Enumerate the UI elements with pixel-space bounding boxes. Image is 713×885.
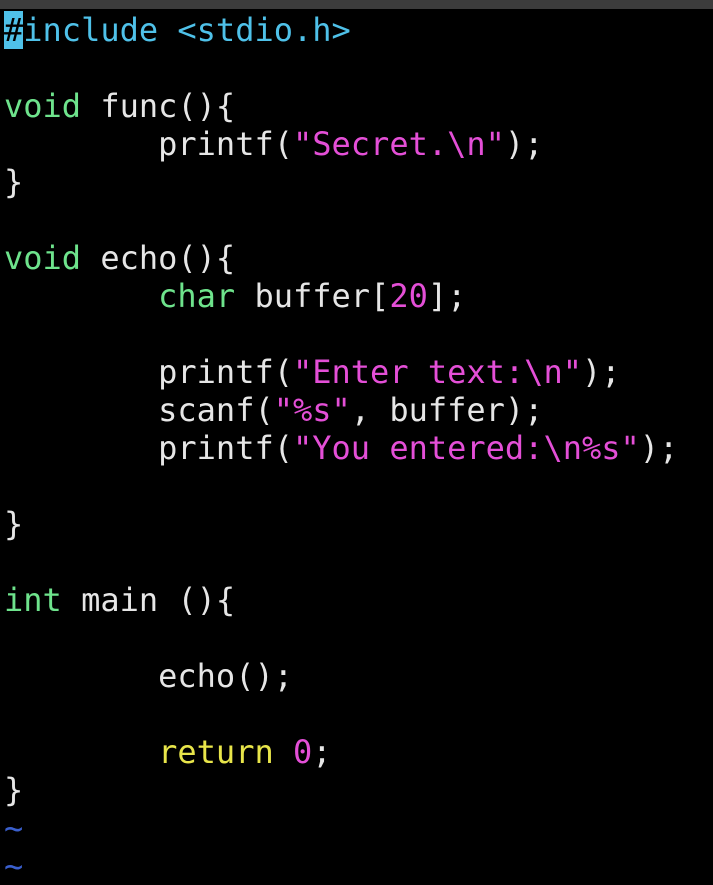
code-token-default-text: } xyxy=(4,771,24,809)
code-token-default-text: printf( xyxy=(4,429,293,467)
code-token-default-text: ); xyxy=(581,353,621,391)
code-token-default-text: echo(){ xyxy=(81,239,236,277)
code-token-preproc: include <stdio.h> xyxy=(23,11,351,49)
code-line[interactable] xyxy=(4,543,713,581)
code-token-default-text: buffer[ xyxy=(235,277,390,315)
code-token-default-text: , buffer); xyxy=(350,391,544,429)
text-cursor: # xyxy=(4,11,24,49)
code-token-type-keyword: void xyxy=(4,87,82,125)
code-token-string: "Secret.\n" xyxy=(292,125,505,163)
code-line[interactable] xyxy=(4,695,713,733)
code-line[interactable] xyxy=(4,315,713,353)
code-token-default-text xyxy=(4,733,158,771)
code-token-default-text xyxy=(4,277,158,315)
code-line[interactable]: echo(); xyxy=(4,657,713,695)
empty-line-marker: ~ xyxy=(4,809,24,847)
code-token-type-keyword: char xyxy=(158,277,236,315)
code-line[interactable]: } xyxy=(4,163,713,201)
code-token-statement: return xyxy=(158,733,274,771)
code-line[interactable]: printf("You entered:\n%s"); xyxy=(4,429,713,467)
code-line[interactable]: #include <stdio.h> xyxy=(4,11,713,49)
code-token-default-text: printf( xyxy=(4,125,293,163)
code-token-default-text: main (){ xyxy=(61,581,236,619)
code-token-default-text: } xyxy=(4,163,24,201)
code-token-default-text: scanf( xyxy=(4,391,274,429)
code-line[interactable]: char buffer[20]; xyxy=(4,277,713,315)
code-token-default-text: func(){ xyxy=(81,87,236,125)
code-line[interactable]: } xyxy=(4,505,713,543)
code-token-string: "Enter text:\n" xyxy=(292,353,582,391)
code-line[interactable]: scanf("%s", buffer); xyxy=(4,391,713,429)
vim-editor-buffer[interactable]: #include <stdio.h> void func(){ printf("S… xyxy=(4,11,713,885)
code-token-string: "%s" xyxy=(273,391,351,429)
code-line[interactable]: int main (){ xyxy=(4,581,713,619)
code-token-type-keyword: int xyxy=(4,581,62,619)
code-token-default-text: echo(); xyxy=(4,657,293,695)
code-token-number: 20 xyxy=(389,277,428,315)
code-token-default-text: ; xyxy=(312,733,332,771)
code-token-default-text: printf( xyxy=(4,353,293,391)
code-token-default-text: ); xyxy=(639,429,679,467)
code-token-number: 0 xyxy=(292,733,313,771)
code-line[interactable]: ~ xyxy=(4,809,713,847)
code-token-default-text: ]; xyxy=(427,277,467,315)
code-token-default-text xyxy=(274,733,293,771)
code-line[interactable]: void echo(){ xyxy=(4,239,713,277)
code-line[interactable]: return 0; xyxy=(4,733,713,771)
code-line[interactable] xyxy=(4,201,713,239)
code-line[interactable] xyxy=(4,619,713,657)
code-line[interactable] xyxy=(4,467,713,505)
empty-line-marker: ~ xyxy=(4,847,24,885)
code-token-string: "You entered:\n%s" xyxy=(292,429,640,467)
code-line[interactable]: } xyxy=(4,771,713,809)
window-top-bar xyxy=(0,0,713,9)
code-line[interactable]: printf("Secret.\n"); xyxy=(4,125,713,163)
code-token-default-text: } xyxy=(4,505,24,543)
code-line[interactable]: void func(){ xyxy=(4,87,713,125)
code-line[interactable]: ~ xyxy=(4,847,713,885)
code-token-default-text: ); xyxy=(504,125,544,163)
code-token-type-keyword: void xyxy=(4,239,82,277)
code-line[interactable] xyxy=(4,49,713,87)
code-line[interactable]: printf("Enter text:\n"); xyxy=(4,353,713,391)
